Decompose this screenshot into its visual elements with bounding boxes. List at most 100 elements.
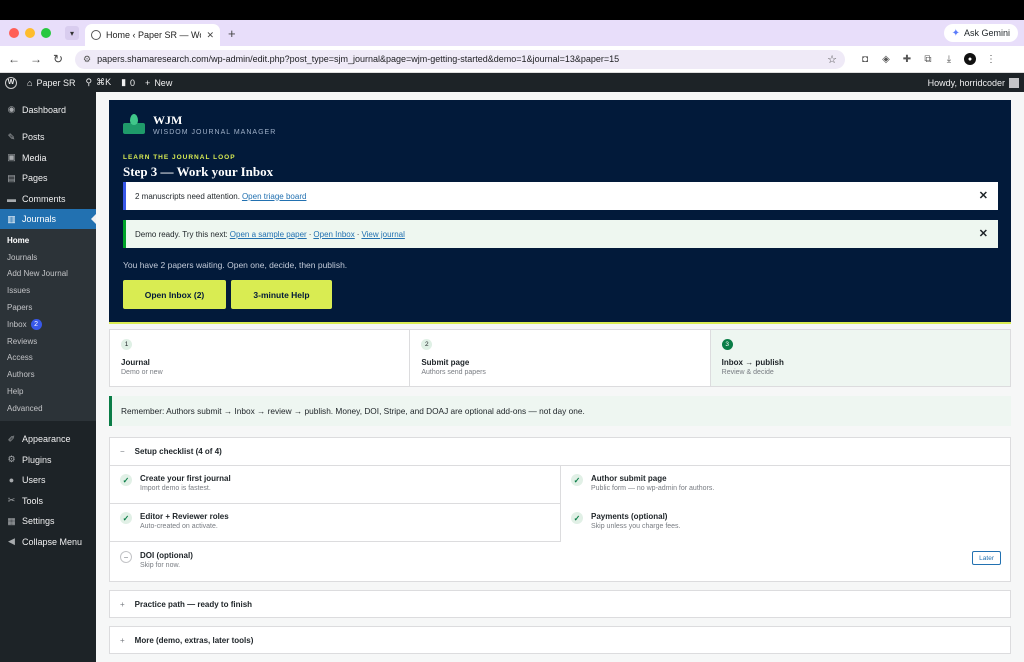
tab-search-chevron-icon[interactable]: ▾ [65,26,79,40]
submenu-authors[interactable]: Authors [0,366,96,383]
waiting-text: You have 2 papers waiting. Open one, dec… [123,260,348,270]
dismiss-notice-icon[interactable]: ✕ [979,227,988,240]
new-tab-button[interactable]: + [228,26,236,41]
ask-gemini-button[interactable]: ✦ Ask Gemini [943,24,1018,42]
submenu-label: Inbox [7,319,27,329]
submenu-label: Home [7,235,30,245]
reload-icon[interactable]: ↻ [47,52,69,66]
wjm-logo-icon [123,114,145,136]
practice-path-section[interactable]: + Practice path — ready to finish [109,590,1011,618]
brush-icon: ✐ [7,433,16,444]
site-info-icon[interactable]: ⚙ [83,54,91,65]
submenu-advanced[interactable]: Advanced [0,400,96,417]
later-button[interactable]: Later [972,551,1001,565]
ask-gemini-label: Ask Gemini [963,28,1010,38]
step-journal[interactable]: 1 Journal Demo or new [110,330,411,386]
sidebar-item-pages[interactable]: ▤ Pages [0,168,96,188]
extension-puzzle-icon[interactable]: ✚ [901,53,913,65]
open-sample-paper-link[interactable]: Open a sample paper [230,230,307,239]
submenu-issues[interactable]: Issues [0,282,96,299]
address-bar[interactable]: ⚙ papers.shamaresearch.com/wp-admin/edit… [75,49,845,69]
sidebar-item-label: Appearance [22,434,71,445]
puzzle-icon[interactable]: ⧉ [922,53,934,65]
sidebar-item-posts[interactable]: ✎ Posts [0,127,96,147]
checklist-header[interactable]: − Setup checklist (4 of 4) [110,438,1010,466]
sidebar-item-appearance[interactable]: ✐ Appearance [0,429,96,449]
submenu-help[interactable]: Help [0,383,96,400]
brand-title: WJM [153,113,183,127]
sidebar-item-label: Collapse Menu [22,536,83,547]
back-arrow-icon[interactable]: ← [3,52,25,66]
help-button[interactable]: 3-minute Help [231,280,332,309]
howdy-text: Howdy, horridcoder [927,77,1005,88]
view-journal-link[interactable]: View journal [361,230,404,239]
wordpress-logo-icon[interactable]: W [5,76,17,89]
comments-link[interactable]: ▮ 0 [121,77,135,88]
wordpress-favicon-icon [91,30,101,40]
sidebar-item-label: Media [22,152,47,163]
step-name: Journal [121,358,150,367]
sidebar-item-journals[interactable]: ▥ Journals [0,209,96,229]
sidebar-item-plugins[interactable]: ⚙ Plugins [0,450,96,470]
submenu-add-new-journal[interactable]: Add New Journal [0,266,96,283]
brand-subtitle: WISDOM JOURNAL MANAGER [153,129,277,136]
journals-submenu: Home Journals Add New Journal Issues Pap… [0,229,96,421]
sidebar-item-comments[interactable]: ▬ Comments [0,189,96,209]
sidebar-item-settings[interactable]: ▦ Settings [0,511,96,531]
open-inbox-link[interactable]: Open Inbox [313,230,354,239]
submenu-label: Help [7,387,24,397]
submenu-papers[interactable]: Papers [0,299,96,316]
sidebar-item-label: Dashboard [22,104,67,115]
close-window-button[interactable] [9,28,19,38]
inbox-count-badge: 2 [30,318,42,330]
expand-toggle-icon: + [120,635,125,645]
submenu-access[interactable]: Access [0,350,96,367]
camera-icon[interactable]: ◘ [859,53,871,65]
submenu-home[interactable]: Home [0,232,96,249]
submenu-label: Authors [7,370,35,380]
sidebar-item-tools[interactable]: ✂ Tools [0,491,96,511]
profile-avatar-icon[interactable]: ● [964,53,976,65]
sidebar-item-media[interactable]: ▣ Media [0,148,96,168]
command-palette-button[interactable]: ⚲ ⌘K [85,77,111,88]
browser-menu-icon[interactable]: ⋮ [985,53,997,65]
checklist-item: ✓ Editor + Reviewer roles Auto-created o… [110,504,561,542]
extension-icons: ◘ ◈ ✚ ⧉ ⤓ ● ⋮ [859,53,997,65]
step-inbox-publish[interactable]: 3 Inbox → publish Review & decide [710,330,1010,386]
shield-icon[interactable]: ◈ [880,53,892,65]
maximize-window-button[interactable] [41,28,51,38]
step-submit-page[interactable]: 2 Submit page Authors send papers [410,330,711,386]
step-desc: Review & decide [721,369,774,376]
dismiss-notice-icon[interactable]: ✕ [979,189,988,202]
bookmark-star-icon[interactable]: ☆ [827,53,837,66]
forward-arrow-icon[interactable]: → [25,52,47,66]
more-section[interactable]: + More (demo, extras, later tools) [109,626,1011,654]
browser-tab-active[interactable]: Home ‹ Paper SR — WordPress ✕ [85,24,220,46]
open-triage-board-link[interactable]: Open triage board [242,192,307,201]
submenu-journals[interactable]: Journals [0,249,96,266]
section-title: More (demo, extras, later tools) [134,635,254,645]
comments-count: 0 [130,77,136,88]
home-icon: ⌂ [27,77,33,88]
sidebar-item-label: Pages [22,173,48,183]
sidebar-item-label: Comments [22,193,66,204]
sidebar-item-label: Plugins [22,454,52,465]
collapse-menu-button[interactable]: ◀ Collapse Menu [0,532,96,552]
open-inbox-button[interactable]: Open Inbox (2) [123,280,226,309]
new-content-button[interactable]: + New [145,78,172,88]
checklist-item-name: DOI (optional) [140,551,193,560]
sidebar-item-dashboard[interactable]: ◉ Dashboard [0,100,96,120]
pin-icon: ✎ [7,131,16,142]
avatar [1009,77,1019,88]
checklist-item: ✓ Author submit page Public form — no wp… [561,466,1011,504]
tab-close-icon[interactable]: ✕ [206,30,214,41]
submenu-reviews[interactable]: Reviews [0,333,96,350]
pages-icon: ▤ [7,172,16,183]
download-icon[interactable]: ⤓ [943,53,955,65]
account-menu[interactable]: Howdy, horridcoder [927,77,1019,88]
sidebar-item-users[interactable]: ● Users [0,470,96,490]
site-name-link[interactable]: ⌂ Paper SR [27,78,75,88]
check-icon: ✓ [571,512,583,524]
minimize-window-button[interactable] [25,28,35,38]
submenu-inbox[interactable]: Inbox 2 [0,316,96,333]
